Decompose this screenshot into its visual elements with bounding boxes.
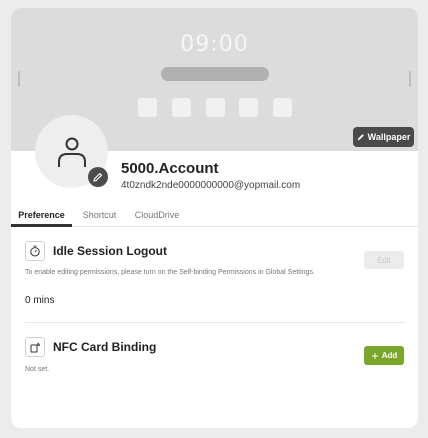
account-name: 5000.Account xyxy=(121,160,219,177)
plus-icon xyxy=(371,352,378,359)
nfc-add-button[interactable]: Add xyxy=(364,346,404,365)
idle-session-title: Idle Session Logout xyxy=(53,244,168,258)
avatar-edit-button[interactable] xyxy=(88,167,108,187)
preview-app-slot xyxy=(172,98,191,117)
nfc-add-label: Add xyxy=(381,351,398,360)
account-card: 09:00 Wallpaper 5000.Account 4t0zndk2nde… xyxy=(11,8,418,428)
tab-bar: Preference Shortcut CloudDrive xyxy=(11,203,418,227)
section-divider xyxy=(25,322,405,323)
wallpaper-label: Wallpaper xyxy=(367,132,411,142)
nfc-title: NFC Card Binding xyxy=(53,340,157,354)
preview-app-slot xyxy=(206,98,225,117)
preview-app-slot xyxy=(273,98,292,117)
nfc-note: Not set. xyxy=(25,366,50,373)
active-tab-indicator xyxy=(11,224,72,227)
preview-app-slot xyxy=(239,98,258,117)
pencil-icon xyxy=(357,134,364,141)
preview-bar xyxy=(161,67,269,81)
preview-clock: 09:00 xyxy=(180,32,249,57)
pencil-icon xyxy=(93,172,103,182)
preview-app-slot xyxy=(138,98,157,117)
idle-session-edit-button[interactable]: Edit xyxy=(364,251,404,269)
tab-clouddrive[interactable]: CloudDrive xyxy=(127,203,187,227)
nfc-card-icon xyxy=(25,337,45,357)
account-email: 4t0zndk2nde0000000000@yopmail.com xyxy=(121,180,301,191)
preview-left-edge xyxy=(18,71,20,87)
user-icon xyxy=(57,137,86,167)
idle-session-note: To enable editing permissions, please tu… xyxy=(25,269,315,276)
preview-right-edge xyxy=(409,71,411,87)
tab-shortcut[interactable]: Shortcut xyxy=(72,203,127,227)
idle-session-value: 0 mins xyxy=(25,295,55,306)
timer-icon xyxy=(25,241,45,261)
wallpaper-button[interactable]: Wallpaper xyxy=(353,127,414,147)
